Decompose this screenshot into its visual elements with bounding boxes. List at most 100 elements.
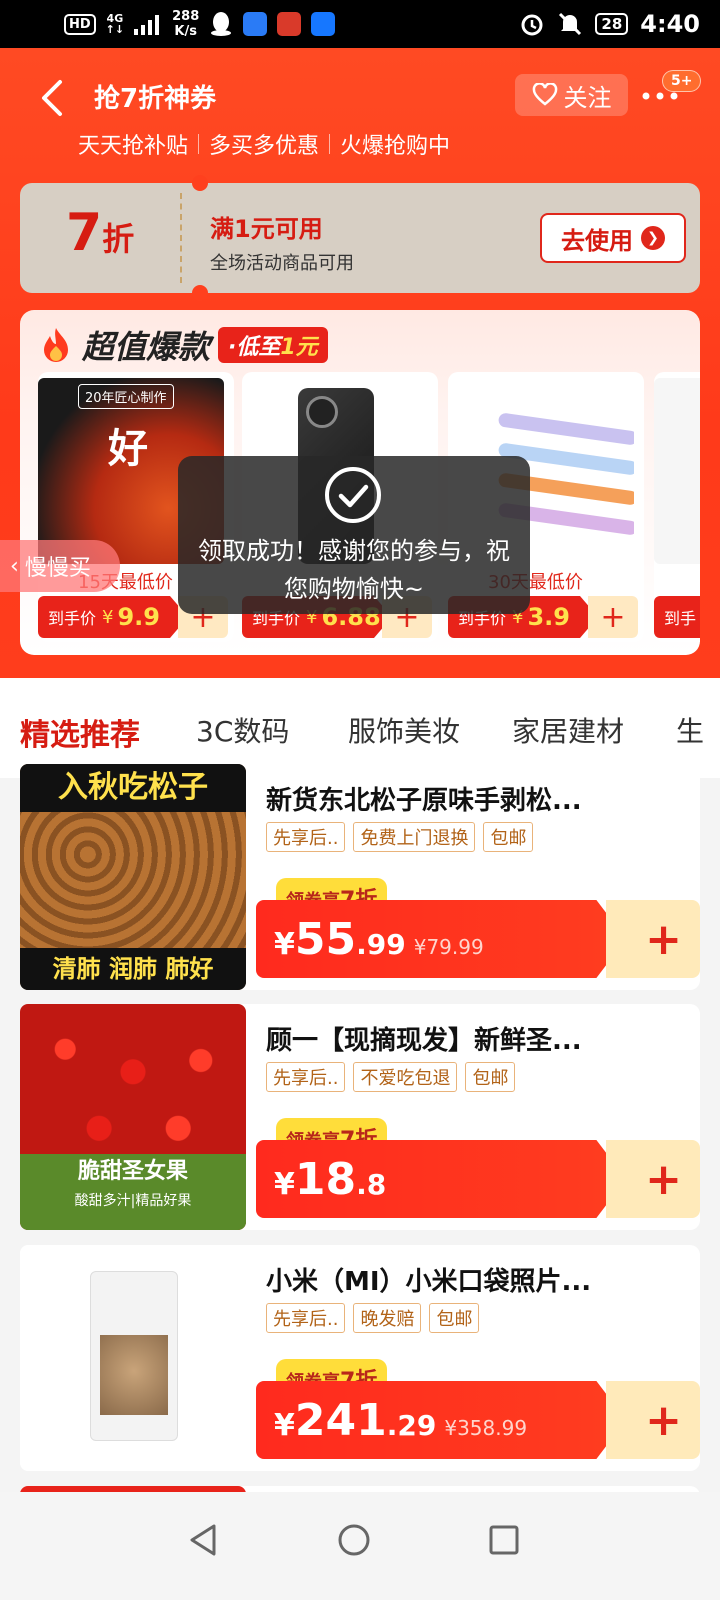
low-price-tag: ·低至1元	[218, 327, 328, 363]
browser-app-icon	[243, 12, 268, 36]
product-image	[654, 378, 700, 564]
deal-price: 到手	[654, 596, 700, 638]
success-toast: 领取成功！感谢您的参与，祝您购物愉快~	[178, 456, 530, 614]
clock: 4:40	[640, 10, 700, 38]
back-arrow-icon[interactable]	[36, 78, 72, 118]
system-nav-bar	[0, 1492, 720, 1600]
price-bar: ¥18.8 +	[256, 1140, 700, 1218]
tag: 免费上门退换	[353, 822, 476, 852]
coupon-condition: 满1元可用	[210, 215, 323, 243]
hd-indicator: HD	[64, 13, 96, 35]
hot-deals-header: 超值爆款 ·低至1元	[38, 322, 328, 368]
product-price: ¥18.8	[256, 1140, 626, 1218]
phone-camera	[306, 396, 338, 428]
deal-price: 到手价 ¥9.9	[38, 596, 188, 638]
tab-3c-digital[interactable]: 3C数码	[196, 710, 289, 750]
check-circle-icon	[325, 467, 381, 523]
product-card[interactable]: 入秋吃松子 清肺 润肺 肺好 新货东北松子原味手剥松... 先享后.. 免费上门…	[20, 764, 700, 990]
coupon-divider	[180, 193, 182, 283]
nav-bar: 抢7折神券 关注 5+ 天天抢补贴 多买多优惠 火爆抢购中	[0, 48, 720, 159]
coupon-notch-top	[192, 175, 208, 191]
original-price: ¥79.99	[413, 935, 484, 959]
deal-card[interactable]: 到手	[654, 372, 700, 642]
image-caption: 20年匠心制作	[78, 384, 174, 409]
discount-coupon: 7折 满1元可用 全场活动商品可用 去使用 ❯	[20, 175, 700, 301]
tag: 晚发赔	[353, 1303, 422, 1333]
chevron-right-icon: ❯	[641, 226, 665, 250]
pine-nuts-image: 入秋吃松子 清肺 润肺 肺好	[20, 764, 246, 990]
qq-icon	[211, 12, 232, 36]
product-tags: 先享后.. 晚发赔 包邮	[266, 1303, 480, 1333]
tag: 先享后..	[266, 822, 346, 852]
tag: 先享后..	[266, 1062, 346, 1092]
network-speed: 288 K/s	[172, 9, 200, 39]
heart-plus-icon	[532, 83, 557, 106]
tab-more[interactable]: 生	[676, 710, 704, 750]
alarm-icon	[521, 14, 543, 36]
product-name: 小米（MI）小米口袋照片...	[266, 1267, 592, 1297]
follow-button[interactable]: 关注	[515, 74, 628, 116]
photo-paper-image	[20, 1245, 246, 1471]
add-to-cart-button[interactable]: +	[606, 900, 700, 978]
pen	[497, 412, 634, 446]
use-coupon-button[interactable]: 去使用 ❯	[540, 213, 686, 263]
price-bar: ¥241.29 ¥358.99 +	[256, 1381, 700, 1459]
home-circle-icon[interactable]	[334, 1520, 374, 1560]
slogan-divider	[198, 134, 200, 154]
image-caption: 脆甜圣女果	[77, 1159, 188, 1184]
tab-home-building[interactable]: 家居建材	[512, 710, 624, 750]
hot-deals-title: 超值爆款	[82, 328, 211, 366]
price-bar: ¥55.99 ¥79.99 +	[256, 900, 700, 978]
slogan-divider	[329, 134, 331, 154]
add-to-cart-button[interactable]: +	[588, 596, 638, 638]
toast-message: 领取成功！感谢您的参与，祝您购物愉快~	[198, 537, 510, 603]
image-subcaption: 酸甜多汁|精品好果	[74, 1193, 192, 1209]
mute-icon	[559, 12, 582, 36]
add-to-cart-button[interactable]: +	[606, 1140, 700, 1218]
product-tags: 先享后.. 不爱吃包退 包邮	[266, 1062, 516, 1092]
product-card[interactable]: 脆甜圣女果 酸甜多汁|精品好果 顾一【现摘现发】新鲜圣... 先享后.. 不爱吃…	[20, 1004, 700, 1230]
product-name: 顾一【现摘现发】新鲜圣...	[266, 1026, 582, 1056]
recents-square-icon[interactable]	[484, 1520, 524, 1560]
product-card[interactable]: 小米（MI）小米口袋照片... 先享后.. 晚发赔 包邮 领券享7折 ¥241.…	[20, 1245, 700, 1471]
image-title: 入秋吃松子	[20, 764, 246, 812]
tab-apparel-beauty[interactable]: 服饰美妆	[348, 710, 460, 750]
category-tabs: 精选推荐 3C数码 服饰美妆 家居建材 生	[0, 678, 720, 778]
cat-photo	[100, 1335, 168, 1415]
flame-icon	[44, 328, 68, 362]
tag: 不爱吃包退	[353, 1062, 458, 1092]
slogan-row: 天天抢补贴 多买多优惠 火爆抢购中	[78, 128, 450, 160]
message-badge: 5+	[662, 70, 702, 92]
add-to-cart-button[interactable]: +	[606, 1381, 700, 1459]
tag: 包邮	[483, 822, 534, 852]
tag: 包邮	[429, 1303, 480, 1333]
deal-price-row: 到手	[654, 596, 700, 638]
page-title: 抢7折神券	[94, 84, 217, 114]
back-triangle-icon[interactable]	[184, 1520, 224, 1560]
alipay-app-icon	[311, 12, 336, 36]
product-name: 新货东北松子原味手剥松...	[266, 786, 582, 816]
slow-buy-float[interactable]: ‹ 慢慢买	[0, 540, 120, 592]
slogan-2: 多买多优惠	[209, 134, 320, 159]
game-app-icon	[277, 12, 302, 36]
slogan-1: 天天抢补贴	[78, 134, 189, 159]
status-bar: HD 4G ↑↓ 288 K/s 28 4:40	[0, 0, 720, 48]
coupon-scope: 全场活动商品可用	[210, 253, 354, 274]
chevron-left-icon: ‹	[10, 553, 19, 579]
signal-icon	[134, 15, 160, 35]
original-price: ¥358.99	[444, 1416, 528, 1440]
network-type: 4G ↑↓	[105, 12, 125, 36]
product-tags: 先享后.. 免费上门退换 包邮	[266, 822, 534, 852]
image-banner: 脆甜圣女果 酸甜多汁|精品好果	[20, 1154, 246, 1230]
image-subtitle: 清肺 润肺 肺好	[20, 948, 246, 990]
slogan-3: 火爆抢购中	[340, 134, 451, 159]
follow-label: 关注	[563, 83, 612, 112]
coupon-discount: 7折	[66, 203, 135, 263]
product-price: ¥55.99 ¥79.99	[256, 900, 626, 978]
cherry-tomato-image: 脆甜圣女果 酸甜多汁|精品好果	[20, 1004, 246, 1230]
coupon-notch-bottom	[192, 285, 208, 301]
product-price: ¥241.29 ¥358.99	[256, 1381, 626, 1459]
image-feature-text: 好	[108, 426, 148, 472]
tag: 先享后..	[266, 1303, 346, 1333]
tab-featured[interactable]: 精选推荐	[20, 710, 140, 754]
